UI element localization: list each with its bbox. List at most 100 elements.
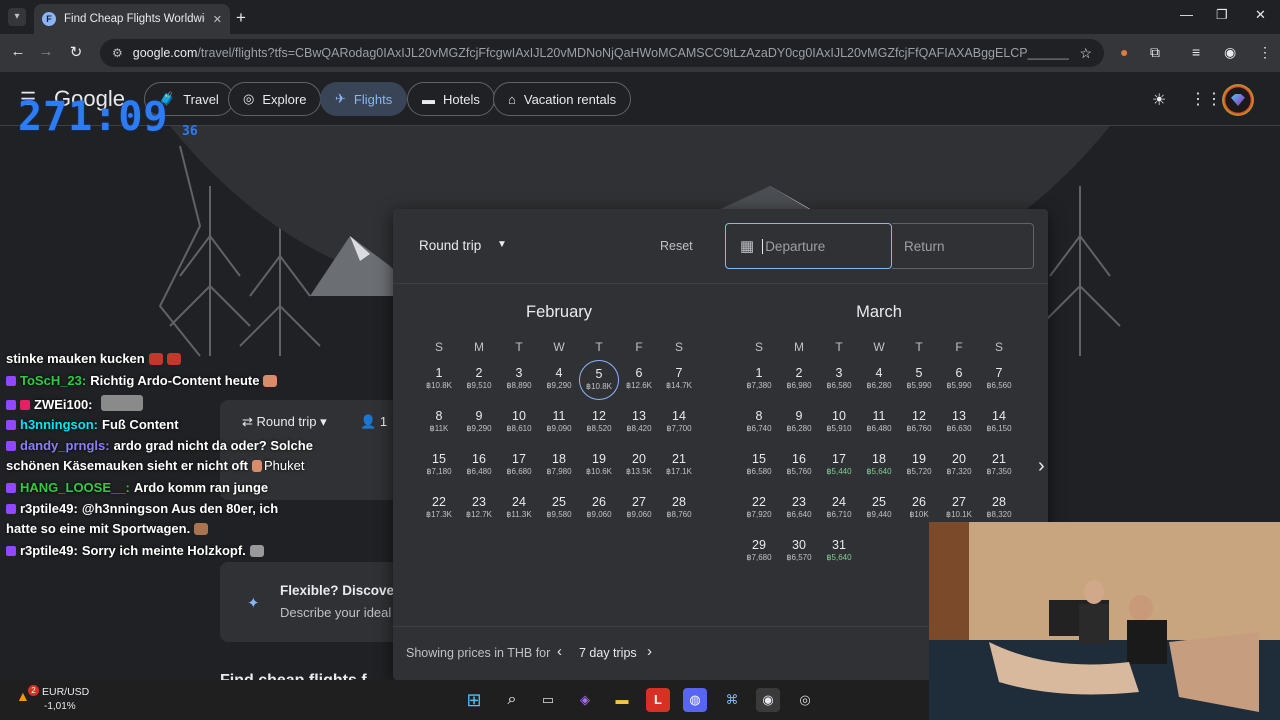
calendar-day[interactable]: 18 ฿5,640 — [859, 446, 899, 486]
extension-icon[interactable]: ● — [1120, 44, 1128, 60]
calendar-day[interactable]: 10 ฿8,610 — [499, 403, 539, 443]
calendar-day[interactable]: 24 ฿6,710 — [819, 489, 859, 529]
network-app-icon[interactable]: ⌘ — [720, 688, 744, 712]
calendar-day[interactable]: 13 ฿6,630 — [939, 403, 979, 443]
google-apps-icon[interactable]: ⋮⋮ — [1190, 89, 1222, 109]
calendar-day[interactable]: 1 ฿10.8K — [419, 360, 459, 400]
calendar-day[interactable]: 19 ฿10.6K — [579, 446, 619, 486]
fx-pair[interactable]: EUR/USD — [42, 686, 89, 698]
windows-icon[interactable]: ⊞ — [462, 688, 486, 712]
calendar-day[interactable]: 7 ฿6,560 — [979, 360, 1019, 400]
calendar-day[interactable]: 31 ฿5,640 — [819, 532, 859, 572]
nav-explore[interactable]: ◎ Explore — [228, 82, 322, 116]
obs-icon[interactable]: ◎ — [793, 688, 817, 712]
calendar-day[interactable]: 30 ฿6,570 — [779, 532, 819, 572]
calendar-day[interactable]: 18 ฿7,980 — [539, 446, 579, 486]
reload-icon[interactable]: ↻ — [66, 43, 86, 61]
chrome-icon[interactable]: ◉ — [756, 688, 780, 712]
nav-vacation-rentals[interactable]: ⌂ Vacation rentals — [493, 82, 632, 116]
calendar-day[interactable]: 20 ฿13.5K — [619, 446, 659, 486]
calendar-day[interactable]: 21 ฿7,350 — [979, 446, 1019, 486]
close-tab-icon[interactable]: ✕ — [213, 13, 222, 26]
address-bar[interactable]: ⚙ google.com/travel/flights?tfs=CBwQARod… — [100, 39, 1104, 67]
media-control-icon[interactable]: ≡ — [1192, 44, 1200, 60]
calendar-day[interactable]: 23 ฿6,640 — [779, 489, 819, 529]
calendar-day[interactable]: 17 ฿6,680 — [499, 446, 539, 486]
minimize-icon[interactable]: — — [1180, 7, 1193, 22]
tab-search-icon[interactable]: ▾ — [8, 8, 26, 26]
maximize-icon[interactable]: ❐ — [1216, 7, 1228, 23]
calendar-day[interactable]: 2 ฿9,510 — [459, 360, 499, 400]
calendar-day[interactable]: 9 ฿9,290 — [459, 403, 499, 443]
calendar-day[interactable]: 4 ฿6,280 — [859, 360, 899, 400]
calendar-day[interactable]: 13 ฿8,420 — [619, 403, 659, 443]
calendar-day[interactable]: 4 ฿9,290 — [539, 360, 579, 400]
calendar-day[interactable]: 14 ฿7,700 — [659, 403, 699, 443]
calendar-day[interactable]: 3 ฿8,890 — [499, 360, 539, 400]
calendar-day[interactable]: 12 ฿6,760 — [899, 403, 939, 443]
calendar-day[interactable]: 11 ฿6,480 — [859, 403, 899, 443]
close-window-icon[interactable]: ✕ — [1255, 7, 1266, 23]
task-view-icon[interactable]: ▭ — [536, 688, 560, 712]
calendar-day[interactable]: 5 ฿5,990 — [899, 360, 939, 400]
calendar-day[interactable]: 29 ฿7,680 — [739, 532, 779, 572]
calendar-day[interactable]: 8 ฿11K — [419, 403, 459, 443]
next-month-icon[interactable]: › — [1038, 455, 1045, 478]
calendar-day[interactable]: 8 ฿6,740 — [739, 403, 779, 443]
url-text[interactable]: google.com/travel/flights?tfs=CBwQARodag… — [133, 46, 1070, 60]
new-tab-icon[interactable]: + — [236, 8, 246, 28]
reset-button[interactable]: Reset — [660, 239, 693, 253]
departure-input[interactable]: ▦ Departure — [725, 223, 892, 269]
nav-flights[interactable]: ✈ Flights — [320, 82, 408, 116]
calendar-day[interactable]: 19 ฿5,720 — [899, 446, 939, 486]
calendar-day[interactable]: 10 ฿5,910 — [819, 403, 859, 443]
extensions-puzzle-icon[interactable]: ⧉ — [1150, 44, 1160, 61]
file-explorer-icon[interactable]: ▬ — [610, 688, 634, 712]
calendar-day[interactable]: 25 ฿9,440 — [859, 489, 899, 529]
calendar-day[interactable]: 24 ฿11.3K — [499, 489, 539, 529]
calendar-day[interactable]: 23 ฿12.7K — [459, 489, 499, 529]
theme-toggle-icon[interactable]: ☀ — [1152, 90, 1166, 110]
calendar-day[interactable]: 22 ฿17.3K — [419, 489, 459, 529]
calendar-day[interactable]: 20 ฿7,320 — [939, 446, 979, 486]
calendar-day[interactable]: 16 ฿5,760 — [779, 446, 819, 486]
calendar-day[interactable]: 17 ฿5,440 — [819, 446, 859, 486]
passengers-select[interactable]: 👤 1 — [360, 414, 387, 430]
calendar-day[interactable]: 6 ฿5,990 — [939, 360, 979, 400]
trip-length-next-icon[interactable]: › — [647, 643, 652, 660]
dropdown-caret-icon[interactable]: ▼ — [497, 239, 507, 250]
calendar-day[interactable]: 5 ฿10.8K — [579, 360, 619, 400]
calendar-day[interactable]: 28 ฿8,760 — [659, 489, 699, 529]
calendar-day[interactable]: 25 ฿9,580 — [539, 489, 579, 529]
app-l-icon[interactable]: L — [646, 688, 670, 712]
browser-tab[interactable]: F Find Cheap Flights Worldwide & Trac ✕ — [34, 4, 230, 34]
trip-length-prev-icon[interactable]: ‹ — [557, 643, 562, 660]
calendar-day[interactable]: 7 ฿14.7K — [659, 360, 699, 400]
calendar-day[interactable]: 26 ฿9,060 — [579, 489, 619, 529]
calendar-day[interactable]: 12 ฿8,520 — [579, 403, 619, 443]
trip-type-select[interactable]: ⇄ Round trip ▾ — [242, 414, 327, 430]
calendar-day[interactable]: 16 ฿6,480 — [459, 446, 499, 486]
browser-menu-icon[interactable]: ⋮ — [1258, 44, 1272, 61]
calendar-day[interactable]: 2 ฿6,980 — [779, 360, 819, 400]
calendar-day[interactable]: 22 ฿7,920 — [739, 489, 779, 529]
calendar-day[interactable]: 15 ฿7,180 — [419, 446, 459, 486]
search-icon[interactable]: ⌕ — [500, 688, 524, 712]
bookmark-star-icon[interactable]: ☆ — [1079, 45, 1092, 62]
calendar-day[interactable]: 21 ฿17.1K — [659, 446, 699, 486]
return-input[interactable]: Return — [892, 223, 1034, 269]
forward-icon[interactable]: → — [36, 43, 56, 60]
calendar-day[interactable]: 11 ฿9,090 — [539, 403, 579, 443]
discord-icon[interactable]: ◍ — [683, 688, 707, 712]
calendar-day[interactable]: 27 ฿9,060 — [619, 489, 659, 529]
calendar-day[interactable]: 9 ฿6,280 — [779, 403, 819, 443]
profile-icon[interactable]: ◉ — [1224, 44, 1236, 61]
nav-hotels[interactable]: ▬ Hotels — [407, 82, 495, 116]
back-icon[interactable]: ← — [8, 43, 28, 60]
calendar-day[interactable]: 3 ฿6,580 — [819, 360, 859, 400]
calendar-day[interactable]: 15 ฿6,580 — [739, 446, 779, 486]
calendar-day[interactable]: 1 ฿7,380 — [739, 360, 779, 400]
site-info-icon[interactable]: ⚙ — [112, 46, 123, 60]
calendar-day[interactable]: 6 ฿12.6K — [619, 360, 659, 400]
copilot-icon[interactable]: ◈ — [573, 688, 597, 712]
